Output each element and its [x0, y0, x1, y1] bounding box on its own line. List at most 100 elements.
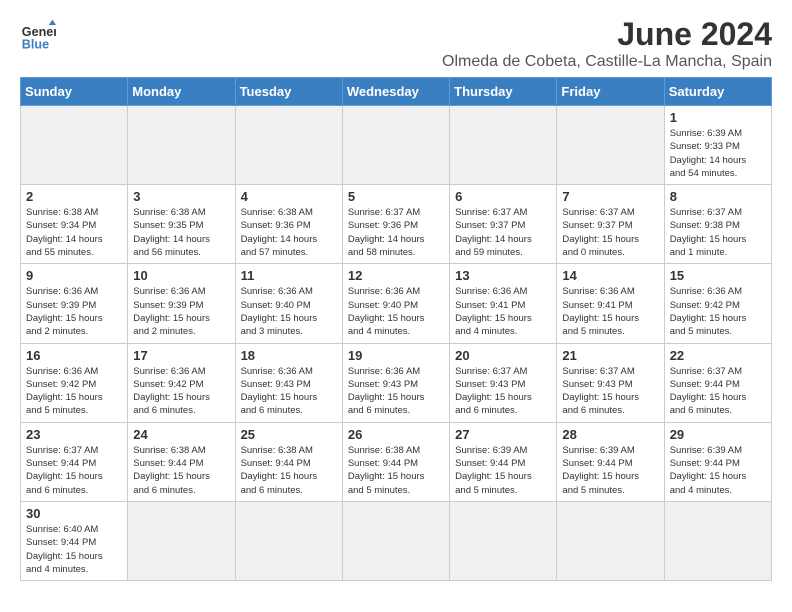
day-info: Sunrise: 6:38 AM Sunset: 9:34 PM Dayligh… [26, 206, 122, 259]
calendar-cell [21, 106, 128, 185]
day-number: 28 [562, 427, 658, 442]
calendar-cell: 24 Sunrise: 6:38 AM Sunset: 9:44 PM Dayli… [128, 422, 235, 501]
calendar-cell: 5 Sunrise: 6:37 AM Sunset: 9:36 PM Daylig… [342, 185, 449, 264]
svg-text:Blue: Blue [22, 37, 49, 51]
day-number: 10 [133, 268, 229, 283]
weekday-header: Tuesday [235, 78, 342, 106]
calendar-week-row: 2 Sunrise: 6:38 AM Sunset: 9:34 PM Daylig… [21, 185, 772, 264]
calendar-cell: 16 Sunrise: 6:36 AM Sunset: 9:42 PM Dayli… [21, 343, 128, 422]
calendar-cell: 28Sunrise: 6:39 AM Sunset: 9:44 PM Dayli… [557, 422, 664, 501]
calendar-cell: 1 Sunrise: 6:39 AM Sunset: 9:33 PM Daylig… [664, 106, 771, 185]
weekday-header: Thursday [450, 78, 557, 106]
calendar-week-row: 9Sunrise: 6:36 AM Sunset: 9:39 PM Daylig… [21, 264, 772, 343]
calendar-cell: 13 Sunrise: 6:36 AM Sunset: 9:41 PM Dayli… [450, 264, 557, 343]
day-number: 2 [26, 189, 122, 204]
day-number: 6 [455, 189, 551, 204]
calendar-cell [450, 106, 557, 185]
day-number: 24 [133, 427, 229, 442]
day-info: Sunrise: 6:36 AM Sunset: 9:40 PM Dayligh… [348, 285, 444, 338]
day-info: Sunrise: 6:37 AM Sunset: 9:37 PM Dayligh… [455, 206, 551, 259]
day-info: Sunrise: 6:37 AM Sunset: 9:44 PM Dayligh… [670, 365, 766, 418]
weekday-header-row: SundayMondayTuesdayWednesdayThursdayFrid… [21, 78, 772, 106]
calendar-cell: 11Sunrise: 6:36 AM Sunset: 9:40 PM Dayli… [235, 264, 342, 343]
day-info: Sunrise: 6:36 AM Sunset: 9:40 PM Dayligh… [241, 285, 337, 338]
page-subtitle: Olmeda de Cobeta, Castille-La Mancha, Sp… [442, 53, 772, 71]
day-info: Sunrise: 6:38 AM Sunset: 9:44 PM Dayligh… [133, 444, 229, 497]
weekday-header: Sunday [21, 78, 128, 106]
day-number: 3 [133, 189, 229, 204]
day-number: 7 [562, 189, 658, 204]
calendar-cell: 7 Sunrise: 6:37 AM Sunset: 9:37 PM Daylig… [557, 185, 664, 264]
calendar-table: SundayMondayTuesdayWednesdayThursdayFrid… [20, 77, 772, 581]
weekday-header: Friday [557, 78, 664, 106]
day-number: 1 [670, 110, 766, 125]
day-number: 25 [241, 427, 337, 442]
logo-icon: General Blue [20, 16, 56, 52]
page-title: June 2024 [442, 16, 772, 53]
calendar-cell: 17Sunrise: 6:36 AM Sunset: 9:42 PM Dayli… [128, 343, 235, 422]
calendar-cell: 29Sunrise: 6:39 AM Sunset: 9:44 PM Dayli… [664, 422, 771, 501]
day-number: 20 [455, 348, 551, 363]
calendar-cell: 22Sunrise: 6:37 AM Sunset: 9:44 PM Dayli… [664, 343, 771, 422]
calendar-cell: 15Sunrise: 6:36 AM Sunset: 9:42 PM Dayli… [664, 264, 771, 343]
weekday-header: Wednesday [342, 78, 449, 106]
weekday-header: Monday [128, 78, 235, 106]
calendar-cell: 23Sunrise: 6:37 AM Sunset: 9:44 PM Dayli… [21, 422, 128, 501]
day-number: 16 [26, 348, 122, 363]
calendar-cell [235, 501, 342, 580]
calendar-cell: 12Sunrise: 6:36 AM Sunset: 9:40 PM Dayli… [342, 264, 449, 343]
day-number: 13 [455, 268, 551, 283]
calendar-week-row: 23Sunrise: 6:37 AM Sunset: 9:44 PM Dayli… [21, 422, 772, 501]
day-info: Sunrise: 6:37 AM Sunset: 9:38 PM Dayligh… [670, 206, 766, 259]
day-info: Sunrise: 6:36 AM Sunset: 9:41 PM Dayligh… [455, 285, 551, 338]
day-number: 27 [455, 427, 551, 442]
day-info: Sunrise: 6:38 AM Sunset: 9:36 PM Dayligh… [241, 206, 337, 259]
day-number: 30 [26, 506, 122, 521]
day-number: 5 [348, 189, 444, 204]
calendar-cell: 30 Sunrise: 6:40 AM Sunset: 9:44 PM Dayli… [21, 501, 128, 580]
calendar-cell: 27Sunrise: 6:39 AM Sunset: 9:44 PM Dayli… [450, 422, 557, 501]
day-info: Sunrise: 6:36 AM Sunset: 9:42 PM Dayligh… [670, 285, 766, 338]
calendar-week-row: 1 Sunrise: 6:39 AM Sunset: 9:33 PM Daylig… [21, 106, 772, 185]
day-number: 4 [241, 189, 337, 204]
calendar-cell [235, 106, 342, 185]
day-info: Sunrise: 6:39 AM Sunset: 9:33 PM Dayligh… [670, 127, 766, 180]
day-info: Sunrise: 6:37 AM Sunset: 9:37 PM Dayligh… [562, 206, 658, 259]
calendar-cell: 9Sunrise: 6:36 AM Sunset: 9:39 PM Daylig… [21, 264, 128, 343]
calendar-week-row: 16 Sunrise: 6:36 AM Sunset: 9:42 PM Dayli… [21, 343, 772, 422]
day-info: Sunrise: 6:37 AM Sunset: 9:44 PM Dayligh… [26, 444, 122, 497]
day-number: 19 [348, 348, 444, 363]
calendar-cell [557, 106, 664, 185]
calendar-cell: 10Sunrise: 6:36 AM Sunset: 9:39 PM Dayli… [128, 264, 235, 343]
calendar-week-row: 30 Sunrise: 6:40 AM Sunset: 9:44 PM Dayli… [21, 501, 772, 580]
calendar-cell [664, 501, 771, 580]
page-header: General Blue June 2024 Olmeda de Cobeta,… [20, 16, 772, 71]
calendar-cell [557, 501, 664, 580]
day-info: Sunrise: 6:36 AM Sunset: 9:43 PM Dayligh… [348, 365, 444, 418]
calendar-cell: 3 Sunrise: 6:38 AM Sunset: 9:35 PM Daylig… [128, 185, 235, 264]
calendar-cell [450, 501, 557, 580]
day-info: Sunrise: 6:36 AM Sunset: 9:43 PM Dayligh… [241, 365, 337, 418]
day-info: Sunrise: 6:37 AM Sunset: 9:36 PM Dayligh… [348, 206, 444, 259]
logo: General Blue [20, 16, 56, 52]
calendar-cell: 4 Sunrise: 6:38 AM Sunset: 9:36 PM Daylig… [235, 185, 342, 264]
day-info: Sunrise: 6:40 AM Sunset: 9:44 PM Dayligh… [26, 523, 122, 576]
day-info: Sunrise: 6:38 AM Sunset: 9:44 PM Dayligh… [348, 444, 444, 497]
day-number: 14 [562, 268, 658, 283]
day-info: Sunrise: 6:37 AM Sunset: 9:43 PM Dayligh… [562, 365, 658, 418]
day-info: Sunrise: 6:37 AM Sunset: 9:43 PM Dayligh… [455, 365, 551, 418]
title-block: June 2024 Olmeda de Cobeta, Castille-La … [442, 16, 772, 71]
calendar-cell: 25Sunrise: 6:38 AM Sunset: 9:44 PM Dayli… [235, 422, 342, 501]
calendar-cell: 2 Sunrise: 6:38 AM Sunset: 9:34 PM Daylig… [21, 185, 128, 264]
day-info: Sunrise: 6:36 AM Sunset: 9:42 PM Dayligh… [26, 365, 122, 418]
day-number: 29 [670, 427, 766, 442]
calendar-cell: 8Sunrise: 6:37 AM Sunset: 9:38 PM Daylig… [664, 185, 771, 264]
calendar-cell [342, 106, 449, 185]
weekday-header: Saturday [664, 78, 771, 106]
day-info: Sunrise: 6:36 AM Sunset: 9:39 PM Dayligh… [26, 285, 122, 338]
calendar-cell: 20 Sunrise: 6:37 AM Sunset: 9:43 PM Dayli… [450, 343, 557, 422]
calendar-cell [128, 106, 235, 185]
day-info: Sunrise: 6:38 AM Sunset: 9:35 PM Dayligh… [133, 206, 229, 259]
day-number: 21 [562, 348, 658, 363]
day-info: Sunrise: 6:36 AM Sunset: 9:41 PM Dayligh… [562, 285, 658, 338]
